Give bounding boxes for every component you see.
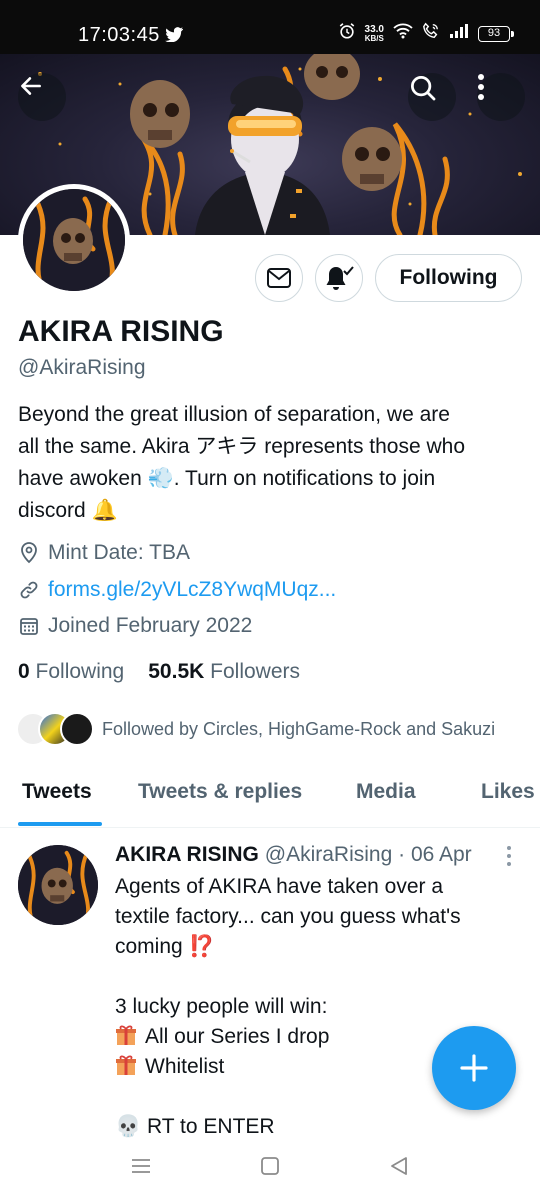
more-options-button[interactable] <box>477 73 525 121</box>
system-back-button[interactable] <box>389 1156 409 1181</box>
tweet-line: coming ⁉️ <box>115 935 215 958</box>
gift-icon <box>116 1025 136 1045</box>
tweet-author-avatar[interactable] <box>18 845 98 925</box>
tab-media[interactable]: Media <box>356 780 416 804</box>
followers-label: Followers <box>210 660 300 683</box>
joined-text: Joined February 2022 <box>48 614 253 637</box>
search-button[interactable] <box>408 73 456 121</box>
bio-line: have awoken 💨. Turn on notifications to … <box>18 467 436 490</box>
tweet-line: textile factory... can you guess what's <box>115 905 461 928</box>
net-speed-unit: KB/S <box>364 33 384 43</box>
bio-line: discord 🔔 <box>18 499 118 522</box>
more-vertical-icon <box>507 846 511 866</box>
back-triangle-icon <box>391 1157 407 1175</box>
more-vertical-icon <box>478 74 484 100</box>
status-bar: 17:03:45 33.0 KB/S 93 <box>0 0 540 54</box>
message-button[interactable] <box>255 254 303 302</box>
following-label: Following <box>35 660 125 683</box>
tab-tweets-replies[interactable]: Tweets & replies <box>138 780 302 804</box>
tab-likes[interactable]: Likes <box>481 780 535 804</box>
home-button[interactable] <box>260 1156 280 1181</box>
tweet-line: 3 lucky people will win: <box>115 995 328 1018</box>
profile-location: Mint Date: TBA <box>18 541 190 565</box>
menu-button[interactable] <box>131 1156 151 1181</box>
profile-tabs: Tweets Tweets & replies Media Likes <box>0 760 540 828</box>
location-text: Mint Date: TBA <box>48 541 190 564</box>
following-count-link[interactable]: 0 Following <box>18 660 124 684</box>
tweet-spacer <box>115 962 525 992</box>
compose-tweet-button[interactable] <box>432 1026 516 1110</box>
search-icon <box>411 76 436 101</box>
twitter-bird-icon <box>165 27 183 47</box>
net-speed: 33.0 KB/S <box>364 24 384 43</box>
tweet-separator: · <box>392 843 411 866</box>
tweet-prize-1: All our Series I drop <box>145 1025 330 1048</box>
following-count: 0 <box>18 660 30 683</box>
signal-icon <box>449 23 469 44</box>
system-navigation-bar <box>0 1140 540 1200</box>
tweet-author-name[interactable]: AKIRA RISING <box>115 843 259 866</box>
tweet-line: Agents of AKIRA have taken over a <box>115 875 444 898</box>
mail-icon <box>267 268 291 288</box>
alarm-icon <box>338 22 356 45</box>
profile-avatar[interactable] <box>18 184 130 296</box>
tweet-date[interactable]: 06 Apr <box>411 843 472 866</box>
followers-count-link[interactable]: 50.5K Followers <box>148 660 300 684</box>
battery-indicator: 93 <box>478 25 514 42</box>
tweet-header: AKIRA RISING @AkiraRising · 06 Apr <box>115 843 472 867</box>
avatar-artwork <box>23 189 125 291</box>
tweet-avatar-artwork <box>18 845 98 925</box>
location-icon <box>18 542 40 564</box>
notifications-button[interactable] <box>315 254 363 302</box>
tweet-more-button[interactable] <box>505 845 513 872</box>
followers-count: 50.5K <box>148 660 205 683</box>
tweet-prize-2: Whitelist <box>145 1055 225 1078</box>
plus-icon <box>460 1054 488 1082</box>
menu-icon <box>132 1159 150 1173</box>
link-icon <box>18 579 40 601</box>
follower-avatar <box>60 712 94 746</box>
bio-line: Beyond the great illusion of separation,… <box>18 403 450 426</box>
followed-by-text: Followed by Circles, HighGame-Rock and S… <box>102 718 496 739</box>
status-time: 17:03:45 <box>78 24 160 46</box>
profile-bio: Beyond the great illusion of separation,… <box>18 399 523 527</box>
profile-name: AKIRA RISING <box>18 315 224 348</box>
tweet-author-handle[interactable]: @AkiraRising <box>265 843 393 866</box>
profile-joined: Joined February 2022 <box>18 614 252 638</box>
follow-counts: 0 Following 50.5K Followers <box>18 660 300 684</box>
tweet-line: 💀 RT to ENTER <box>115 1115 275 1138</box>
back-button[interactable] <box>18 73 66 121</box>
tab-tweets[interactable]: Tweets <box>22 780 92 804</box>
wifi-call-icon <box>422 22 440 45</box>
status-icons: 33.0 KB/S 93 <box>338 22 514 45</box>
calendar-icon <box>18 615 40 637</box>
active-tab-indicator <box>18 822 102 826</box>
followed-by[interactable]: Followed by Circles, HighGame-Rock and S… <box>16 712 495 746</box>
home-square-icon <box>261 1157 279 1175</box>
wifi-icon <box>393 23 413 44</box>
bio-line: all the same. Akira アキラ represents those… <box>18 435 466 458</box>
back-arrow-icon <box>21 77 41 95</box>
profile-handle: @AkiraRising <box>18 356 146 379</box>
bell-icon <box>326 266 354 290</box>
gift-icon <box>116 1055 136 1075</box>
website-link[interactable]: forms.gle/2yVLcZ8YwqMUqz... <box>48 578 336 602</box>
profile-website[interactable]: forms.gle/2yVLcZ8YwqMUqz... <box>18 578 336 602</box>
following-button[interactable]: Following <box>375 254 522 302</box>
